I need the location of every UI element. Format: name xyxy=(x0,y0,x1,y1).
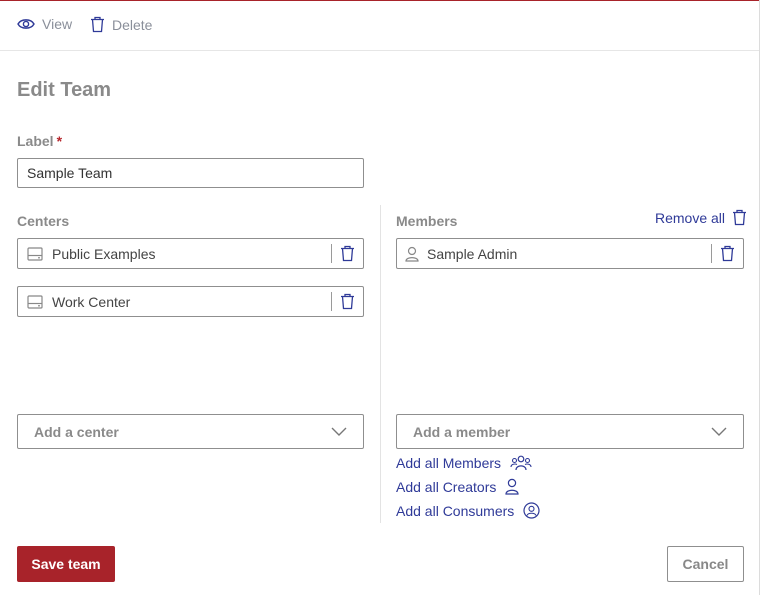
user-icon xyxy=(505,478,519,495)
center-chip-label: Work Center xyxy=(52,293,131,310)
label-field-label: Label * xyxy=(17,133,62,149)
trash-icon xyxy=(341,293,354,310)
remove-member-button[interactable] xyxy=(712,245,743,262)
remove-center-button[interactable] xyxy=(332,293,363,310)
label-field-text: Label xyxy=(17,133,54,149)
trash-icon xyxy=(721,245,734,262)
save-team-button[interactable]: Save team xyxy=(17,546,115,582)
eye-icon xyxy=(17,19,35,29)
member-chip: Sample Admin xyxy=(396,238,744,269)
add-all-members-link[interactable]: Add all Members xyxy=(396,454,532,472)
toolbar: View Delete xyxy=(0,1,759,51)
add-all-consumers-label: Add all Consumers xyxy=(396,502,515,519)
add-member-select[interactable]: Add a member xyxy=(396,414,744,449)
chevron-down-icon xyxy=(331,427,347,436)
add-center-select[interactable]: Add a center xyxy=(17,414,364,449)
remove-center-button[interactable] xyxy=(332,245,363,262)
view-label: View xyxy=(42,16,73,32)
delete-label: Delete xyxy=(112,16,153,33)
cancel-button[interactable]: Cancel xyxy=(667,546,744,582)
trash-icon xyxy=(341,245,354,262)
center-chip-label: Public Examples xyxy=(52,245,156,262)
delete-button[interactable]: Delete xyxy=(90,16,152,33)
view-button[interactable]: View xyxy=(17,16,72,32)
page-title: Edit Team xyxy=(17,79,112,101)
users-group-icon xyxy=(510,455,532,471)
remove-all-label: Remove all xyxy=(655,209,726,226)
column-divider xyxy=(380,205,381,523)
center-icon xyxy=(18,246,52,261)
members-label: Members xyxy=(396,213,458,229)
chevron-down-icon xyxy=(711,427,727,436)
add-all-members-label: Add all Members xyxy=(396,455,502,471)
add-member-placeholder: Add a member xyxy=(413,423,511,440)
trash-icon xyxy=(733,209,747,226)
member-chip-label: Sample Admin xyxy=(427,245,518,262)
center-icon xyxy=(18,294,52,309)
center-chip: Public Examples xyxy=(17,238,364,269)
centers-label: Centers xyxy=(17,213,70,229)
user-icon xyxy=(397,246,427,262)
required-marker: * xyxy=(56,133,63,149)
trash-icon xyxy=(91,16,104,33)
remove-all-button[interactable]: Remove all xyxy=(655,209,747,226)
team-label-input[interactable] xyxy=(17,158,364,188)
user-circle-icon xyxy=(523,502,540,519)
center-chip: Work Center xyxy=(17,286,364,317)
add-center-placeholder: Add a center xyxy=(34,423,119,440)
add-all-consumers-link[interactable]: Add all Consumers xyxy=(396,502,540,519)
add-all-creators-label: Add all Creators xyxy=(396,478,497,495)
add-all-creators-link[interactable]: Add all Creators xyxy=(396,478,519,495)
